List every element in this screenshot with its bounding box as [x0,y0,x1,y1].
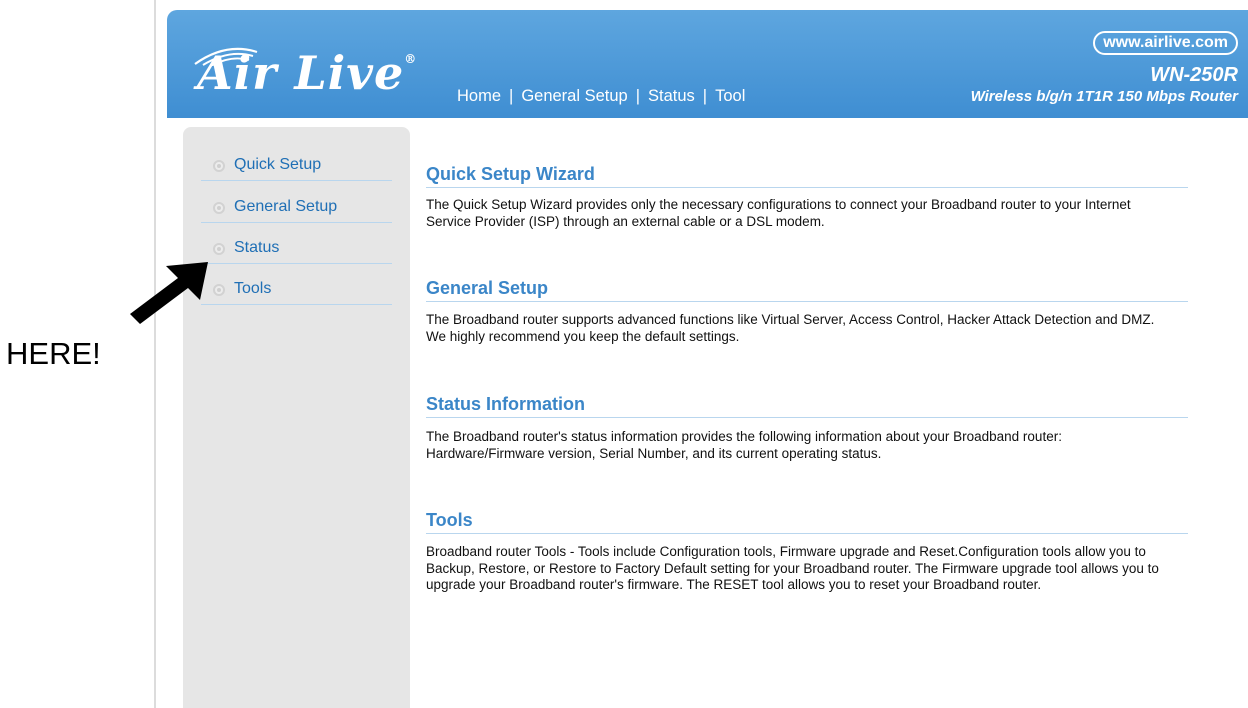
sidebar-item-label: Tools [234,280,272,297]
sidebar-item-label: General Setup [234,198,338,215]
website-url-badge[interactable]: www.airlive.com [1093,31,1238,55]
model-name: WN-250R [1150,64,1238,86]
logo-text: Air Live [197,46,405,100]
sidebar-item-tools[interactable]: Tools [201,280,392,305]
airlive-logo[interactable]: Air Live® [197,46,417,100]
header-banner: Air Live® Home | General Setup | Status | Tool… [167,10,1248,118]
sidebar-item-general-setup[interactable]: General Setup [201,198,392,223]
registered-mark: ® [404,52,418,66]
sidebar-item-quick-setup[interactable]: Quick Setup [201,156,392,181]
radio-bullet-icon [213,243,225,255]
sidebar-item-label: Quick Setup [234,156,322,173]
top-navigation: Home | General Setup | Status | Tool [457,87,745,106]
left-divider [154,0,156,708]
nav-separator: | [635,87,641,105]
nav-general-setup[interactable]: General Setup [521,87,627,105]
radio-bullet-icon [213,160,225,172]
section-text-status-information: The Broadband router's status informatio… [426,429,1062,461]
nav-home[interactable]: Home [457,87,501,105]
nav-tool[interactable]: Tool [715,87,745,105]
nav-separator: | [702,87,708,105]
nav-separator: | [509,87,514,105]
here-annotation-label: HERE! [6,336,101,371]
sidebar-item-label: Status [234,239,280,256]
section-title-tools: Tools [426,510,1188,534]
arrow-pointer-icon [130,262,208,324]
sidebar-item-status[interactable]: Status [201,239,392,264]
section-title-quick-setup-wizard: Quick Setup Wizard [426,164,1188,188]
section-title-status-information: Status Information [426,394,1188,418]
section-text-quick-setup-wizard: The Quick Setup Wizard provides only the… [426,197,1131,229]
section-text-tools: Broadband router Tools - Tools include C… [426,544,1159,592]
section-text-general-setup: The Broadband router supports advanced f… [426,312,1155,344]
nav-status[interactable]: Status [648,87,695,105]
sidebar: Quick Setup General Setup Status Tools [183,127,410,708]
radio-bullet-icon [213,202,225,214]
section-title-general-setup: General Setup [426,278,1188,302]
model-subtitle: Wireless b/g/n 1T1R 150 Mbps Router [970,88,1238,105]
